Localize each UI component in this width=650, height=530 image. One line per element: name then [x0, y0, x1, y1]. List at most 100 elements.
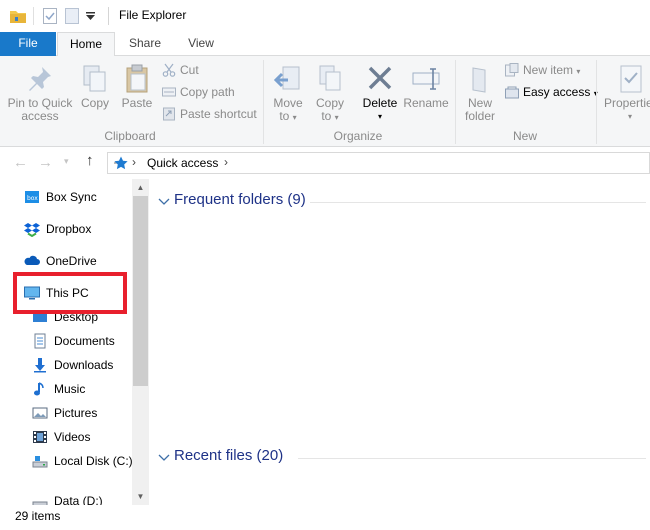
copy-to-line2: to	[321, 109, 332, 123]
recent-files-heading[interactable]: Recent files (20)	[174, 447, 283, 464]
copy-button[interactable]: Copy	[78, 64, 112, 110]
customize-dropdown-icon[interactable]	[86, 10, 95, 24]
paste-label: Paste	[121, 96, 153, 110]
address-bar[interactable]: › Quick access ›	[107, 152, 650, 174]
frequent-folders-section[interactable]: Frequent folders (9)	[158, 191, 648, 213]
group-separator	[263, 60, 264, 144]
nav-item-label: Local Disk (C:)	[54, 454, 133, 468]
cut-label: Cut	[180, 63, 199, 77]
paste-shortcut-button[interactable]: Paste shortcut	[162, 104, 257, 124]
ribbon-tab-bar: File Home Share View	[0, 32, 650, 57]
forward-arrow-icon[interactable]: →	[38, 154, 53, 171]
breadcrumb-chevron-icon[interactable]: ›	[224, 155, 228, 169]
pin-to-quick-access-button[interactable]: Pin to Quick access	[4, 64, 76, 123]
delete-label: Delete	[362, 96, 398, 110]
new-item-button[interactable]: New item ▾	[505, 60, 580, 80]
rename-icon	[412, 68, 440, 90]
cut-button[interactable]: Cut	[162, 60, 199, 80]
title-separator	[108, 7, 109, 25]
new-folder-icon[interactable]	[65, 8, 79, 27]
up-arrow-icon[interactable]: ↑	[86, 152, 94, 169]
paste-shortcut-label: Paste shortcut	[180, 107, 257, 121]
pin-icon	[29, 67, 51, 91]
tab-view[interactable]: View	[173, 32, 229, 56]
tab-share[interactable]: Share	[117, 32, 173, 56]
new-folder-button[interactable]: New folder	[460, 64, 500, 123]
chevron-down-icon: ▾	[377, 112, 382, 121]
nav-item-label: Dropbox	[46, 222, 92, 236]
frequent-folders-heading[interactable]: Frequent folders (9)	[174, 191, 306, 208]
videos-icon	[33, 431, 47, 443]
move-to-line2: to	[279, 109, 290, 123]
title-bar: File Explorer	[0, 0, 650, 32]
new-group-label: New	[512, 129, 537, 143]
chevron-down-icon[interactable]	[158, 452, 170, 464]
recent-locations-chevron-icon[interactable]: ▾	[64, 156, 69, 167]
window-title: File Explorer	[119, 8, 187, 22]
delete-button[interactable]: Delete ▾	[360, 64, 400, 123]
breadcrumb-chevron-icon[interactable]: ›	[132, 155, 136, 169]
group-separator	[455, 60, 456, 144]
organize-group-label: Organize	[333, 129, 383, 143]
breadcrumb-quick-access[interactable]: Quick access	[147, 156, 218, 170]
back-arrow-icon[interactable]: ←	[13, 154, 28, 171]
navigation-row: ← → ▾ ↑ › Quick access ›	[0, 148, 650, 178]
paste-icon	[126, 64, 148, 93]
scroll-down-arrow-icon[interactable]: ▼	[132, 488, 149, 505]
item-count: 29 items	[15, 509, 61, 523]
group-separator	[596, 60, 597, 144]
copy-icon	[83, 65, 106, 92]
tab-file[interactable]: File	[0, 32, 56, 56]
box-sync-icon: box	[25, 191, 39, 203]
delete-x-icon	[368, 66, 392, 90]
nav-item-label: Pictures	[54, 406, 98, 420]
move-to-icon	[273, 66, 300, 90]
nav-item-label: Data (D:)	[54, 494, 103, 505]
local-disk-icon	[32, 456, 48, 468]
recent-files-section[interactable]: Recent files (20)	[158, 447, 648, 469]
chevron-down-icon[interactable]	[158, 196, 170, 208]
nav-item-label: Documents	[54, 334, 115, 348]
paste-button[interactable]: Paste	[118, 64, 156, 110]
svg-text:box: box	[27, 195, 38, 202]
copy-path-icon	[162, 87, 176, 97]
new-folder-icon	[472, 67, 486, 93]
easy-access-button[interactable]: Easy access ▾	[505, 82, 598, 102]
properties-label: Properties	[604, 96, 650, 110]
copy-label: Copy	[80, 96, 109, 110]
nav-item-label: Videos	[54, 430, 91, 444]
nav-item-label: Music	[54, 382, 86, 396]
status-bar: 29 items	[0, 505, 650, 530]
chevron-down-icon: ▾	[334, 113, 339, 122]
clipboard-group-label: Clipboard	[104, 129, 156, 143]
rename-button[interactable]: Rename	[402, 64, 450, 110]
ribbon: Pin to Quick access Copy Paste Cut Copy …	[0, 56, 650, 147]
navigation-pane: box Box Sync Dropbox OneDrive This PC De…	[0, 179, 150, 505]
nav-item-label: Downloads	[54, 358, 114, 372]
new-item-label: New item	[523, 63, 574, 77]
toolbar-separator	[33, 7, 34, 25]
copy-to-button[interactable]: Copy to ▾	[310, 64, 350, 124]
pin-label-line2: access	[21, 109, 59, 123]
properties-button[interactable]: Properties ▾	[604, 64, 650, 123]
quick-access-star-icon	[112, 156, 128, 173]
copy-to-icon	[319, 65, 341, 91]
data-drive-icon	[32, 501, 48, 505]
properties-check-icon[interactable]	[43, 8, 57, 27]
pictures-icon	[32, 407, 48, 419]
tab-home[interactable]: Home	[57, 32, 115, 57]
folder-icon[interactable]	[9, 8, 27, 27]
documents-icon	[34, 333, 46, 349]
chevron-down-icon: ▾	[628, 112, 633, 121]
chevron-down-icon: ▾	[292, 113, 297, 122]
scrollbar-thumb[interactable]	[133, 196, 148, 386]
copy-path-button[interactable]: Copy path	[162, 82, 235, 102]
scissors-icon	[162, 63, 176, 77]
easy-access-icon	[505, 86, 519, 99]
nav-pane-scrollbar[interactable]: ▲ ▼	[132, 179, 149, 505]
easy-access-label: Easy access	[523, 85, 591, 99]
nav-item-label: OneDrive	[46, 254, 97, 268]
rename-label: Rename	[403, 96, 449, 110]
scroll-up-arrow-icon[interactable]: ▲	[132, 179, 149, 196]
move-to-button[interactable]: Move to ▾	[268, 64, 308, 124]
